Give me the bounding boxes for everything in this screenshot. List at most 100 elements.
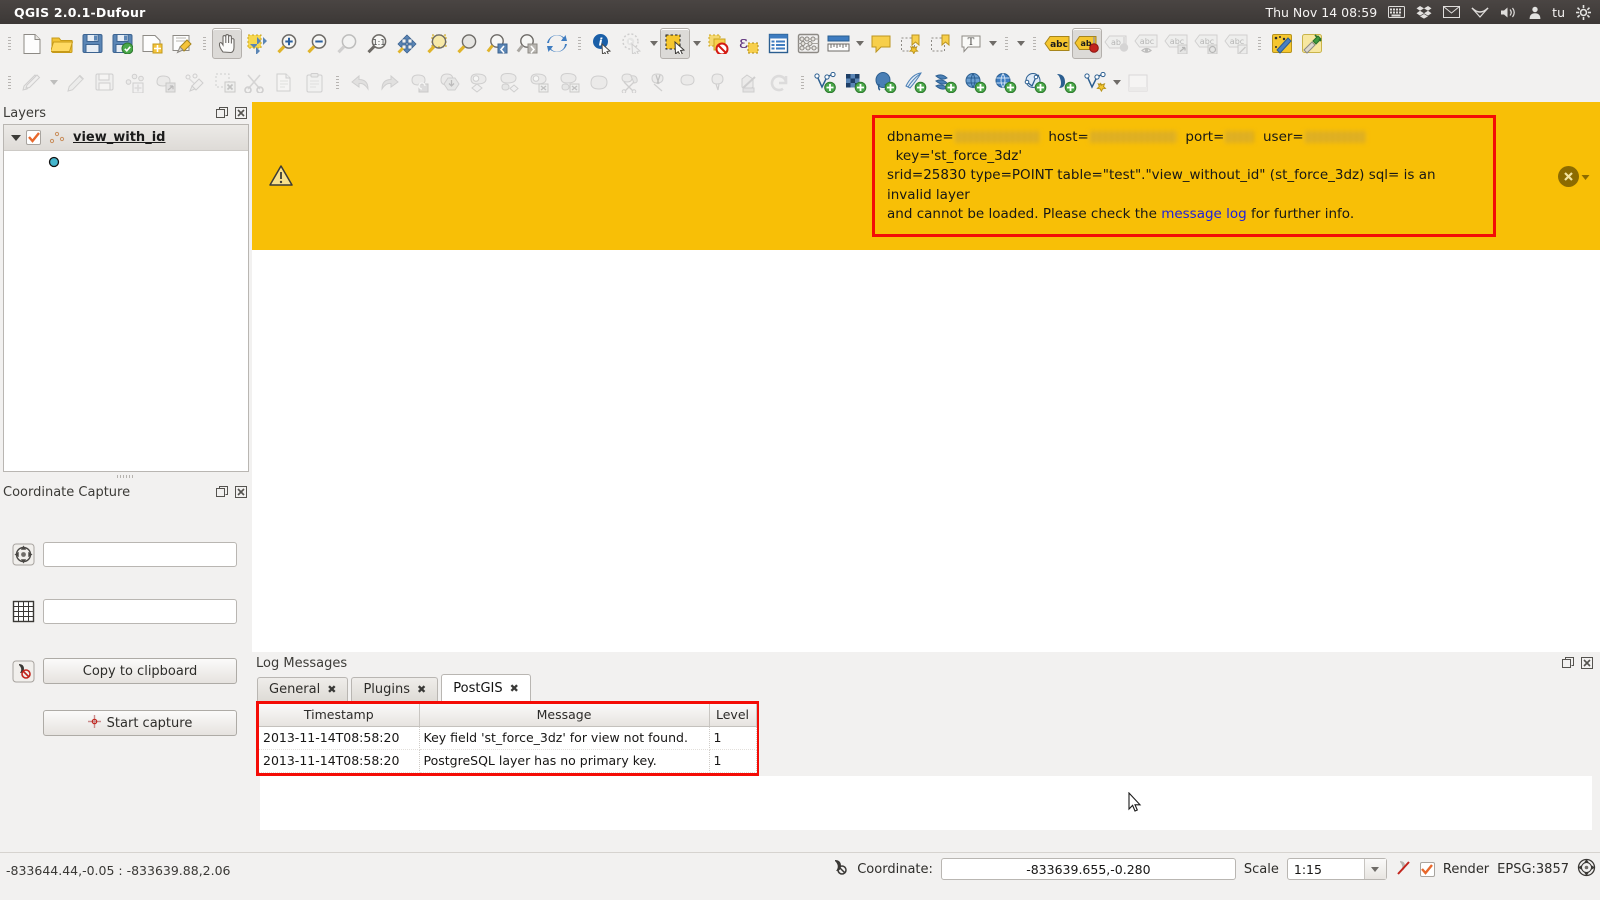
measure-line-icon[interactable] [823, 28, 853, 59]
crs-status-icon[interactable] [1577, 858, 1596, 880]
crs-label[interactable]: EPSG:3857 [1497, 862, 1569, 877]
add-wms-layer-icon[interactable] [960, 67, 990, 98]
show-bookmarks-icon[interactable] [926, 28, 956, 59]
mail-icon[interactable] [1443, 6, 1461, 18]
toolbar-grip[interactable] [798, 72, 807, 94]
chevron-down-icon[interactable] [1581, 169, 1590, 184]
zoom-out-icon[interactable] [302, 28, 332, 59]
save-project-as-icon[interactable] [107, 28, 137, 59]
scale-combobox[interactable]: 1:15 [1286, 858, 1387, 880]
session-gear-icon[interactable] [1576, 4, 1591, 20]
render-checkbox[interactable] [1419, 861, 1435, 877]
zoom-to-selection-icon[interactable] [422, 28, 452, 59]
zoom-previous-icon[interactable] [482, 28, 512, 59]
text-annotation-icon[interactable]: T [956, 28, 986, 59]
zoom-actual-size-icon[interactable]: 1:1 [362, 28, 392, 59]
open-attribute-table-icon[interactable] [763, 28, 793, 59]
float-icon[interactable] [214, 106, 229, 121]
grid-icon[interactable] [3, 600, 43, 623]
log-table[interactable]: Timestamp Message Level 2013-11-14T08:58… [259, 704, 757, 773]
layer-item-view-with-id[interactable]: view_with_id [4, 125, 248, 151]
toolbar-grip[interactable] [575, 33, 584, 55]
chevron-down-icon[interactable] [1110, 67, 1123, 98]
toolbar-grip[interactable] [1030, 33, 1039, 55]
toolbar-grip[interactable] [5, 72, 14, 94]
float-icon[interactable] [1560, 656, 1575, 671]
pan-to-selection-icon[interactable] [242, 28, 272, 59]
map-canvas[interactable] [252, 250, 1600, 678]
zoom-full-icon[interactable] [392, 28, 422, 59]
volume-icon[interactable] [1500, 6, 1518, 19]
toolbar-grip[interactable] [200, 33, 209, 55]
dock-splitter[interactable] [3, 472, 249, 481]
canvas-coordinate-input[interactable] [43, 598, 237, 624]
add-wfs-layer-icon[interactable] [1020, 67, 1050, 98]
tab-general[interactable]: General ✖ [257, 677, 349, 701]
close-icon[interactable]: ✖ [510, 682, 519, 695]
chevron-down-icon[interactable] [986, 28, 999, 59]
plugin-manager-icon[interactable] [1297, 28, 1327, 59]
chevron-down-icon[interactable] [11, 134, 21, 141]
save-project-icon[interactable] [77, 28, 107, 59]
toolbar-grip[interactable] [1002, 33, 1011, 55]
add-spatialite-layer-icon[interactable] [900, 67, 930, 98]
column-header-level[interactable]: Level [709, 704, 757, 727]
coordinate-value-field[interactable]: -833639.655,-0.280 [940, 858, 1236, 880]
column-header-timestamp[interactable]: Timestamp [259, 704, 420, 727]
capture-icon[interactable] [830, 858, 849, 880]
composer-manager-icon[interactable] [167, 28, 197, 59]
toolbar-grip[interactable] [333, 72, 342, 94]
close-icon[interactable] [1579, 656, 1594, 671]
toolbar-grip[interactable] [1255, 33, 1264, 55]
style-manager-icon[interactable] [1267, 28, 1297, 59]
identify-features-icon[interactable]: i [587, 28, 617, 59]
table-row[interactable]: 2013-11-14T08:58:20 Key field 'st_force_… [259, 726, 757, 750]
keyboard-icon[interactable] [1388, 6, 1406, 18]
crs-target-icon[interactable] [3, 543, 43, 566]
add-mssql-layer-icon[interactable] [930, 67, 960, 98]
deselect-features-icon[interactable] [703, 28, 733, 59]
chevron-down-icon[interactable] [853, 28, 866, 59]
toolbar-grip[interactable] [5, 33, 14, 55]
crs-coordinate-input[interactable] [43, 541, 237, 567]
chevron-down-icon[interactable] [1014, 28, 1027, 59]
layer-name-label[interactable]: view_with_id [73, 130, 165, 145]
pin-labels-icon[interactable]: ab [1072, 28, 1102, 59]
close-icon[interactable]: ✖ [327, 683, 336, 696]
add-wcs-layer-icon[interactable] [990, 67, 1020, 98]
clock-label[interactable]: Thu Nov 14 08:59 [1265, 5, 1377, 20]
message-bar-close-area[interactable] [1558, 165, 1600, 187]
add-raster-layer-icon[interactable] [840, 67, 870, 98]
start-capture-button[interactable]: Start capture [43, 710, 237, 736]
wifi-icon[interactable] [1471, 6, 1489, 18]
dropbox-icon[interactable] [1416, 5, 1432, 19]
tab-plugins[interactable]: Plugins ✖ [351, 677, 439, 701]
capture-icon[interactable] [3, 660, 43, 683]
layer-visibility-checkbox[interactable] [26, 130, 41, 145]
close-icon[interactable] [233, 485, 248, 500]
table-row[interactable]: 2013-11-14T08:58:20 PostgreSQL layer has… [259, 749, 757, 773]
add-delimited-text-layer-icon[interactable] [1050, 67, 1080, 98]
new-bookmark-icon[interactable] [896, 28, 926, 59]
zoom-next-icon[interactable] [512, 28, 542, 59]
tab-postgis[interactable]: PostGIS ✖ [441, 674, 531, 701]
float-icon[interactable] [214, 485, 229, 500]
field-calculator-icon[interactable] [793, 28, 823, 59]
new-vector-layer-icon[interactable] [1080, 67, 1110, 98]
map-tips-icon[interactable] [866, 28, 896, 59]
close-icon[interactable] [233, 106, 248, 121]
refresh-icon[interactable] [542, 28, 572, 59]
message-log-link[interactable]: message log [1161, 206, 1247, 222]
label-icon[interactable]: abc [1042, 28, 1072, 59]
session-user-label[interactable]: tu [1552, 5, 1565, 20]
close-icon[interactable] [1558, 165, 1579, 187]
stop-render-icon[interactable] [1395, 859, 1412, 880]
zoom-to-layer-icon[interactable] [452, 28, 482, 59]
select-features-icon[interactable] [660, 28, 690, 59]
chevron-down-icon[interactable] [690, 28, 703, 59]
user-avatar-icon[interactable] [1529, 6, 1541, 19]
new-print-composer-icon[interactable] [137, 28, 167, 59]
zoom-in-icon[interactable] [272, 28, 302, 59]
add-postgis-layer-icon[interactable] [870, 67, 900, 98]
add-vector-layer-icon[interactable] [810, 67, 840, 98]
